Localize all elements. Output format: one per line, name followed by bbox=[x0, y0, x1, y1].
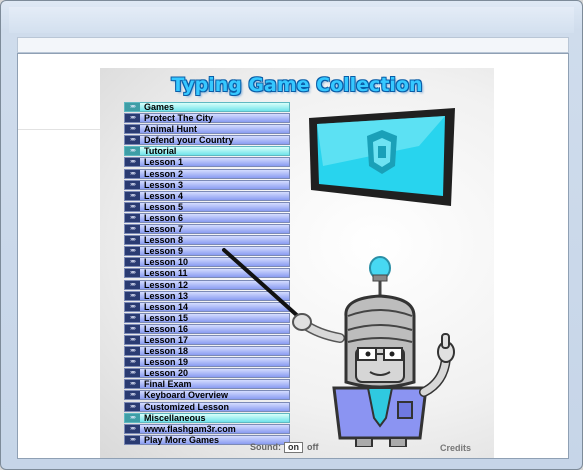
double-chevron-icon: »» bbox=[125, 391, 140, 400]
double-chevron-icon: »» bbox=[125, 202, 140, 211]
menu-item-label: Lesson 8 bbox=[144, 235, 184, 246]
double-chevron-icon: »» bbox=[125, 380, 140, 389]
double-chevron-icon: »» bbox=[125, 269, 140, 278]
double-chevron-icon: »» bbox=[125, 158, 140, 167]
sound-on-button[interactable]: on bbox=[284, 442, 303, 453]
double-chevron-icon: »» bbox=[125, 324, 140, 333]
double-chevron-icon: »» bbox=[125, 313, 140, 322]
browser-toolbar bbox=[17, 37, 569, 53]
double-chevron-icon: »» bbox=[125, 191, 140, 200]
menu-item[interactable]: »» Lesson 6 bbox=[124, 212, 290, 223]
menu-item[interactable]: »» Lesson 2 bbox=[124, 168, 290, 179]
double-chevron-icon: »» bbox=[125, 258, 140, 267]
menu-item-label: Games bbox=[144, 102, 175, 112]
game-title: Typing Game Collection bbox=[171, 74, 423, 96]
menu-item-label: Lesson 12 bbox=[144, 279, 189, 290]
menu-item-label: Lesson 13 bbox=[144, 290, 189, 301]
window-title-bar bbox=[9, 7, 574, 33]
menu-item[interactable]: »» Lesson 3 bbox=[124, 179, 290, 190]
double-chevron-icon: »» bbox=[125, 147, 140, 156]
menu-item-label: Lesson 1 bbox=[144, 157, 184, 168]
menu-item[interactable]: »» Animal Hunt bbox=[124, 124, 290, 135]
sound-control: Sound: on off bbox=[250, 442, 319, 453]
sound-off-button[interactable]: off bbox=[307, 442, 319, 452]
double-chevron-icon: »» bbox=[125, 413, 140, 422]
double-chevron-icon: »» bbox=[125, 136, 140, 145]
menu-item-label: Lesson 18 bbox=[144, 346, 189, 357]
menu-item-label: Lesson 20 bbox=[144, 368, 189, 379]
robot-teacher-illustration bbox=[222, 248, 455, 447]
double-chevron-icon: »» bbox=[125, 424, 140, 433]
double-chevron-icon: »» bbox=[125, 347, 140, 356]
menu-item-label: Lesson 2 bbox=[144, 168, 184, 179]
menu-item[interactable]: »» Lesson 5 bbox=[124, 201, 290, 212]
menu-item-label: Lesson 7 bbox=[144, 224, 184, 235]
double-chevron-icon: »» bbox=[125, 114, 140, 123]
browser-window: Typing Game Collection »» Games »» Protect … bbox=[0, 0, 583, 470]
double-chevron-icon: »» bbox=[125, 103, 140, 111]
menu-item-label: Lesson 19 bbox=[144, 357, 189, 368]
double-chevron-icon: »» bbox=[125, 125, 140, 134]
credits-button[interactable]: Credits bbox=[440, 443, 471, 453]
divider-line bbox=[18, 129, 100, 130]
menu-item[interactable]: »» Protect The City bbox=[124, 113, 290, 124]
menu-item-label: Lesson 17 bbox=[144, 334, 189, 345]
menu-item-label: Lesson 9 bbox=[144, 246, 184, 257]
double-chevron-icon: »» bbox=[125, 435, 140, 444]
double-chevron-icon: »» bbox=[125, 302, 140, 311]
menu-item-label: Lesson 15 bbox=[144, 312, 189, 323]
menu-item-label: Protect The City bbox=[144, 113, 214, 124]
menu-item[interactable]: »» Defend your Country bbox=[124, 135, 290, 146]
menu-item-label: Tutorial bbox=[144, 146, 177, 157]
menu-item[interactable]: »» Lesson 1 bbox=[124, 157, 290, 168]
game-canvas[interactable]: Typing Game Collection »» Games »» Protect … bbox=[100, 68, 494, 458]
sound-label: Sound: bbox=[250, 442, 281, 452]
menu-item[interactable]: »» Lesson 7 bbox=[124, 224, 290, 235]
double-chevron-icon: »» bbox=[125, 291, 140, 300]
menu-section-header: »» Tutorial bbox=[124, 146, 290, 157]
menu-item[interactable]: »» Lesson 4 bbox=[124, 190, 290, 201]
double-chevron-icon: »» bbox=[125, 236, 140, 245]
menu-item-label: Lesson 4 bbox=[144, 190, 184, 201]
double-chevron-icon: »» bbox=[125, 169, 140, 178]
page-viewport: Typing Game Collection »» Games »» Protect … bbox=[17, 53, 569, 459]
double-chevron-icon: »» bbox=[125, 402, 140, 411]
double-chevron-icon: »» bbox=[125, 335, 140, 344]
double-chevron-icon: »» bbox=[125, 180, 140, 189]
double-chevron-icon: »» bbox=[125, 213, 140, 222]
double-chevron-icon: »» bbox=[125, 247, 140, 256]
tv-screen-icon bbox=[309, 108, 455, 206]
menu-item-label: Animal Hunt bbox=[144, 124, 197, 135]
double-chevron-icon: »» bbox=[125, 280, 140, 289]
menu-item-label: Defend your Country bbox=[144, 135, 234, 146]
menu-item-label: Lesson 6 bbox=[144, 212, 184, 223]
double-chevron-icon: »» bbox=[125, 369, 140, 378]
double-chevron-icon: »» bbox=[125, 225, 140, 234]
menu-item-label: Lesson 11 bbox=[144, 268, 188, 279]
menu-item-label: Lesson 5 bbox=[144, 201, 184, 212]
menu-item-label: Lesson 10 bbox=[144, 257, 189, 268]
menu-item-label: Miscellaneous bbox=[144, 412, 206, 423]
menu-section-header: »» Games bbox=[124, 102, 290, 112]
menu-item-label: Final Exam bbox=[144, 379, 192, 390]
double-chevron-icon: »» bbox=[125, 358, 140, 367]
menu-item-label: Lesson 3 bbox=[144, 179, 184, 190]
menu-item-label: Lesson 14 bbox=[144, 301, 189, 312]
menu-item-label: Lesson 16 bbox=[144, 323, 189, 334]
